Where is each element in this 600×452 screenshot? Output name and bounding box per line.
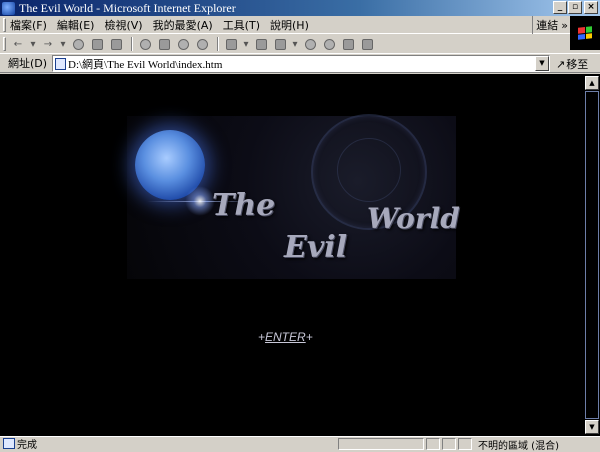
page-icon <box>55 57 66 70</box>
go-label: 移至 <box>566 58 589 71</box>
menu-bar: 檔案(F) 編輯(E) 檢視(V) 我的最愛(A) 工具(T) 說明(H) 連結… <box>0 16 600 34</box>
home-icon[interactable] <box>108 37 124 51</box>
close-button[interactable]: × <box>584 1 598 14</box>
title-bar[interactable]: The Evil World - Microsoft Internet Expl… <box>0 0 600 16</box>
research-icon[interactable] <box>340 37 356 51</box>
history-icon[interactable] <box>175 37 191 51</box>
refresh-icon[interactable] <box>89 37 105 51</box>
ie-app-icon[interactable] <box>2 1 15 15</box>
browser-window: The Evil World - Microsoft Internet Expl… <box>0 0 600 452</box>
stop-icon[interactable] <box>70 37 86 51</box>
menu-edit[interactable]: 編輯(E) <box>57 17 95 33</box>
chevron-down-icon[interactable]: ▾ <box>242 37 250 51</box>
address-input[interactable]: D:\網頁\The Evil World\index.htm ▼ <box>52 55 550 72</box>
address-bar: 網址(D) D:\網頁\The Evil World\index.htm ▼ ↗… <box>0 53 600 73</box>
menu-favorites[interactable]: 我的最愛(A) <box>153 17 213 33</box>
menubar-grip[interactable] <box>3 17 6 32</box>
go-button[interactable]: ↗ 移至 <box>556 56 588 72</box>
chevron-down-icon[interactable]: ▾ <box>59 37 67 51</box>
toolbar-separator <box>131 37 133 51</box>
scroll-down-button[interactable]: ▼ <box>585 420 599 434</box>
window-title: The Evil World - Microsoft Internet Expl… <box>19 0 236 15</box>
lens-ring-decoration <box>337 138 401 202</box>
toolbar-separator <box>217 37 219 51</box>
scrollbar-track[interactable] <box>585 91 599 419</box>
windows-flag-icon <box>578 26 592 40</box>
status-pane <box>458 438 472 450</box>
banner-word-evil: Evil <box>284 230 348 265</box>
extra-tool-icon[interactable] <box>359 37 375 51</box>
windows-logo-throbber <box>570 16 600 50</box>
minimize-button[interactable]: _ <box>553 1 567 14</box>
back-icon[interactable]: ← <box>10 37 26 51</box>
edit-icon[interactable] <box>272 37 288 51</box>
menu-tools[interactable]: 工具(T) <box>223 17 260 33</box>
favorites-icon[interactable] <box>156 37 172 51</box>
go-arrow-icon: ↗ <box>556 57 566 71</box>
menu-help[interactable]: 說明(H) <box>270 17 309 33</box>
enter-prefix: + <box>258 330 266 344</box>
menu-view[interactable]: 檢視(V) <box>104 17 142 33</box>
links-label: 連結 <box>536 19 559 32</box>
search-icon[interactable] <box>137 37 153 51</box>
page-icon <box>3 438 15 449</box>
vertical-scrollbar[interactable]: ▲ ▼ <box>584 74 600 436</box>
window-controls: _ ▫ × <box>552 1 598 14</box>
forward-icon[interactable]: → <box>40 37 56 51</box>
status-text: 完成 <box>17 440 37 451</box>
chevron-down-icon[interactable]: ▾ <box>291 37 299 51</box>
media-icon[interactable] <box>194 37 210 51</box>
links-toolbar-button[interactable]: 連結 » <box>532 16 568 34</box>
status-pane <box>426 438 440 450</box>
standard-toolbar: ← ▾ → ▾ ▾ ▾ <box>0 35 570 53</box>
mail-icon[interactable] <box>223 37 239 51</box>
enter-label: ENTER <box>265 330 306 344</box>
status-pane <box>442 438 456 450</box>
banner-word-world: World <box>367 202 460 235</box>
evil-world-banner: The World Evil <box>127 114 460 279</box>
print-icon[interactable] <box>253 37 269 51</box>
address-label: 網址(D) <box>8 57 48 70</box>
menu-file[interactable]: 檔案(F) <box>10 17 47 33</box>
enter-suffix: + <box>305 330 313 344</box>
enter-link[interactable]: +ENTER+ <box>258 330 313 344</box>
chevron-down-icon[interactable]: ▾ <box>29 37 37 51</box>
status-bar: 完成 不明的區域 (混合) <box>0 436 600 452</box>
discuss-icon[interactable] <box>302 37 318 51</box>
scroll-up-button[interactable]: ▲ <box>585 76 599 90</box>
page-content: The World Evil +ENTER+ <box>0 74 584 436</box>
status-pane <box>338 438 424 450</box>
restore-button[interactable]: ▫ <box>568 1 582 14</box>
lens-flare <box>185 186 215 216</box>
banner-word-the: The <box>212 188 276 223</box>
toolbar-grip[interactable] <box>3 37 6 51</box>
messenger-icon[interactable] <box>321 37 337 51</box>
address-url[interactable]: D:\網頁\The Evil World\index.htm <box>68 56 222 72</box>
chevron-right-icon: » <box>561 18 568 32</box>
address-dropdown-button[interactable]: ▼ <box>535 56 549 71</box>
